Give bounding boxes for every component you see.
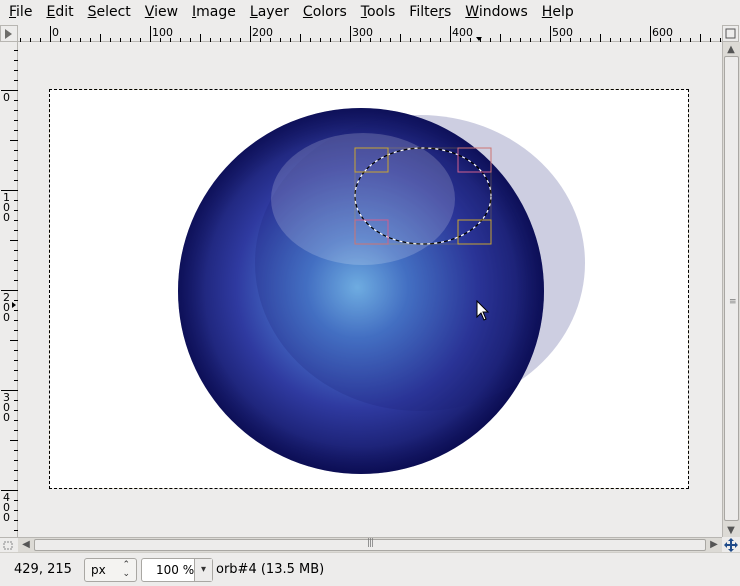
zoom-image-toggle-button[interactable]	[722, 25, 739, 42]
orb-highlight	[271, 133, 455, 265]
quick-mask-icon	[3, 541, 13, 550]
ruler-pointer-marker	[476, 37, 482, 41]
horizontal-ruler-ticks: 0 100 200 300 400 500 600	[20, 26, 721, 42]
quick-mask-menu-button[interactable]	[0, 25, 18, 42]
spin-arrows-icon: ⌃ ⌄	[122, 560, 130, 579]
menu-help[interactable]: Help	[535, 1, 581, 23]
menu-colors[interactable]: Colors	[296, 1, 354, 23]
ruler-label: 0	[3, 411, 10, 424]
menu-image[interactable]: Image	[185, 1, 243, 23]
menu-file[interactable]: File	[2, 1, 39, 23]
ruler-label: 0	[3, 311, 10, 324]
menu-filters[interactable]: Filters	[402, 1, 458, 23]
navigate-button[interactable]	[722, 537, 740, 552]
menu-bar: File Edit Select View Image Layer Colors…	[0, 0, 740, 24]
image-canvas[interactable]	[49, 89, 689, 489]
scroll-left-arrow[interactable]: ◀	[18, 538, 34, 551]
unit-value: px	[91, 563, 106, 577]
unit-selector[interactable]: px ⌃ ⌄	[84, 558, 137, 582]
horizontal-scroll-thumb[interactable]: |||	[34, 538, 706, 551]
ruler-label: 600	[652, 26, 673, 39]
vertical-scroll-thumb[interactable]: ≡	[724, 56, 739, 521]
scroll-grip-icon: |||	[367, 538, 374, 548]
menu-windows[interactable]: Windows	[458, 1, 535, 23]
canvas-area[interactable]	[18, 42, 722, 537]
scroll-down-arrow[interactable]: ▼	[723, 523, 739, 537]
zoom-toggle-icon	[725, 28, 736, 39]
scroll-right-arrow[interactable]: ▶	[706, 538, 722, 551]
horizontal-ruler[interactable]: 0 100 200 300 400 500 600	[18, 25, 722, 42]
ruler-pointer-marker	[12, 302, 16, 308]
triangle-right-icon	[5, 29, 12, 39]
move-arrows-icon	[724, 537, 738, 552]
ruler-label: 400	[452, 26, 473, 39]
ruler-label: 200	[252, 26, 273, 39]
vertical-ruler-ticks: 0100200300400	[1, 50, 18, 531]
ruler-label: 0	[3, 91, 10, 104]
scroll-grip-icon: ≡	[729, 297, 737, 307]
vertical-scrollbar[interactable]: ▲ ≡ ▼	[722, 42, 740, 537]
quick-mask-toggle[interactable]	[0, 537, 18, 552]
menu-select[interactable]: Select	[81, 1, 138, 23]
ruler-label: 500	[552, 26, 573, 39]
menu-view[interactable]: View	[138, 1, 185, 23]
menu-edit[interactable]: Edit	[39, 1, 80, 23]
ruler-label: 0	[3, 511, 10, 524]
pointer-coordinates: 429, 215	[14, 562, 72, 577]
scroll-up-arrow[interactable]: ▲	[723, 42, 739, 56]
zoom-selector[interactable]: 100 % ▾	[141, 558, 213, 582]
ruler-label: 0	[52, 26, 59, 39]
menu-layer[interactable]: Layer	[243, 1, 296, 23]
horizontal-scrollbar[interactable]: ◀ ||| ▶	[18, 537, 722, 552]
ruler-label: 0	[3, 211, 10, 224]
image-info-label: orb#4 (13.5 MB)	[216, 562, 325, 577]
zoom-value[interactable]: 100 %	[156, 563, 194, 577]
vertical-ruler[interactable]: 0100200300400	[0, 42, 18, 537]
status-bar: 429, 215 px ⌃ ⌄ 100 % ▾ orb#4 (13.5 MB)	[0, 552, 740, 586]
menu-tools[interactable]: Tools	[354, 1, 403, 23]
mouse-pointer-icon	[476, 300, 490, 321]
ruler-label: 100	[152, 26, 173, 39]
orb-image	[178, 108, 585, 474]
ruler-label: 300	[352, 26, 373, 39]
chevron-down-icon[interactable]: ▾	[194, 559, 212, 581]
